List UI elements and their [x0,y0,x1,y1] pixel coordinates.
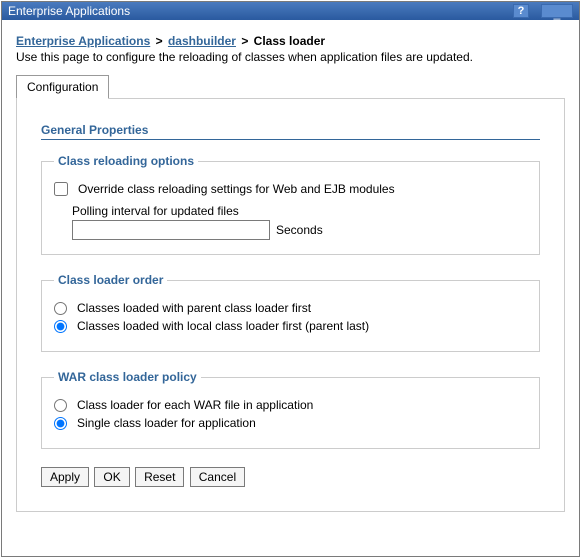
class-loader-order-parent-last-radio[interactable] [54,320,67,333]
tab-container: Configuration General Properties Class r… [16,74,565,512]
polling-interval-unit: Seconds [276,223,323,237]
breadcrumb: Enterprise Applications > dashbuilder > … [16,34,565,48]
apply-button[interactable]: Apply [41,467,89,487]
page-description: Use this page to configure the reloading… [16,50,565,64]
content-area: Enterprise Applications > dashbuilder > … [2,20,579,520]
minimize-icon[interactable]: _ [541,4,573,18]
legend-class-reloading-options: Class reloading options [54,154,198,168]
war-policy-single-radio[interactable] [54,417,67,430]
legend-war-class-loader-policy: WAR class loader policy [54,370,201,384]
reset-button[interactable]: Reset [135,467,184,487]
titlebar: Enterprise Applications ? _ [2,2,579,20]
breadcrumb-current: Class loader [254,34,325,48]
legend-class-loader-order: Class loader order [54,273,167,287]
tab-panel: General Properties Class reloading optio… [16,98,565,512]
war-policy-each-radio[interactable] [54,399,67,412]
war-policy-single-label[interactable]: Single class loader for application [77,416,256,430]
tab-configuration[interactable]: Configuration [16,75,109,99]
class-loader-order-parent-first-radio[interactable] [54,302,67,315]
window-title: Enterprise Applications [8,4,511,18]
button-bar: Apply OK Reset Cancel [41,467,540,487]
polling-interval-label: Polling interval for updated files [72,204,527,218]
fieldset-war-class-loader-policy: WAR class loader policy Class loader for… [41,370,540,449]
section-title-general-properties: General Properties [41,123,540,140]
breadcrumb-sep: > [241,34,248,48]
war-policy-each-label[interactable]: Class loader for each WAR file in applic… [77,398,313,412]
breadcrumb-link-enterprise-applications[interactable]: Enterprise Applications [16,34,150,48]
breadcrumb-sep: > [156,34,163,48]
override-reloading-label[interactable]: Override class reloading settings for We… [78,182,395,196]
fieldset-class-loader-order: Class loader order Classes loaded with p… [41,273,540,352]
class-loader-order-parent-last-label[interactable]: Classes loaded with local class loader f… [77,319,369,333]
fieldset-class-reloading-options: Class reloading options Override class r… [41,154,540,255]
override-reloading-checkbox[interactable] [54,182,68,196]
class-loader-order-parent-first-label[interactable]: Classes loaded with parent class loader … [77,301,311,315]
cancel-button[interactable]: Cancel [190,467,245,487]
ok-button[interactable]: OK [94,467,129,487]
help-icon[interactable]: ? [513,4,529,18]
window-frame: Enterprise Applications ? _ Enterprise A… [1,1,580,557]
breadcrumb-link-dashbuilder[interactable]: dashbuilder [168,34,236,48]
polling-interval-input[interactable] [72,220,270,240]
